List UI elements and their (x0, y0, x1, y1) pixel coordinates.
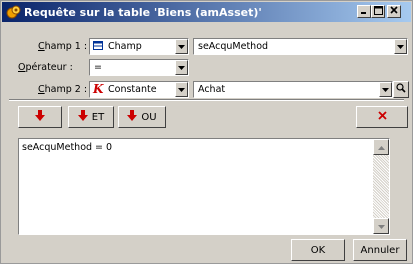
separator (9, 99, 404, 101)
chevron-up-icon (377, 142, 385, 153)
field1-name-value: seAcquMethod (198, 41, 269, 52)
chevron-down-icon[interactable] (175, 39, 188, 54)
close-icon (390, 6, 398, 17)
or-button[interactable]: OU (118, 106, 166, 128)
expression-text: seAcquMethod = 0 (22, 142, 113, 153)
close-icon (377, 111, 387, 123)
operator-value: = (94, 62, 102, 73)
field2-type-dropdown[interactable]: K Constante (89, 81, 189, 98)
expression-textarea[interactable]: seAcquMethod = 0 (18, 138, 390, 235)
field2-label: Champ 2 : (38, 84, 88, 95)
close-button[interactable] (387, 5, 401, 18)
maximize-button[interactable] (371, 5, 385, 18)
field2-type-value: Constante (108, 84, 157, 95)
minimize-icon (360, 6, 368, 17)
table-icon (93, 41, 103, 53)
field2-value: Achat (198, 84, 226, 95)
insert-button[interactable] (18, 106, 62, 128)
arrow-down-icon (77, 110, 88, 124)
field1-name-dropdown[interactable]: seAcquMethod (193, 38, 408, 55)
maximize-icon (373, 5, 383, 18)
chevron-down-icon[interactable] (175, 82, 188, 97)
chevron-down-icon[interactable] (175, 60, 188, 75)
vertical-scrollbar[interactable] (373, 139, 389, 234)
operator-dropdown[interactable]: = (89, 59, 189, 76)
field1-type-dropdown[interactable]: Champ (89, 38, 189, 55)
or-label: OU (141, 111, 157, 123)
chevron-down-icon (377, 221, 385, 232)
title-bar[interactable]: Requête sur la table 'Biens (amAsset)' (2, 2, 411, 22)
window-title: Requête sur la table 'Biens (amAsset)' (24, 6, 262, 19)
delete-button[interactable] (356, 106, 408, 128)
arrow-down-icon (35, 110, 45, 124)
field1-label: Champ 1 : (38, 41, 88, 52)
constant-k-icon: K (93, 82, 104, 96)
search-button[interactable] (393, 81, 409, 98)
field1-type-value: Champ (108, 41, 142, 52)
arrow-down-icon (127, 110, 138, 124)
ok-button[interactable]: OK (291, 239, 345, 261)
cancel-label: Annuler (360, 244, 400, 256)
and-button[interactable]: ET (68, 106, 114, 128)
and-label: ET (91, 111, 105, 123)
chevron-down-icon[interactable] (394, 39, 407, 54)
field2-value-dropdown[interactable]: Achat (193, 81, 393, 98)
operator-label: Opérateur : (18, 62, 73, 73)
query-dialog: Requête sur la table 'Biens (amAsset)' C… (0, 0, 413, 264)
scroll-up-button[interactable] (373, 139, 389, 155)
ok-label: OK (310, 244, 326, 256)
app-icon (6, 4, 22, 20)
search-icon (396, 83, 406, 96)
chevron-down-icon[interactable] (379, 82, 392, 97)
cancel-button[interactable]: Annuler (353, 239, 407, 261)
minimize-button[interactable] (357, 5, 371, 18)
scroll-down-button[interactable] (373, 218, 389, 234)
